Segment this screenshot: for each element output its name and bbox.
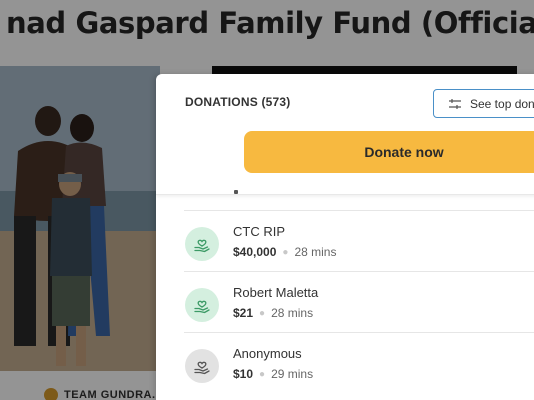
donation-time: 28 mins: [271, 306, 314, 320]
donation-amount: $40,000: [233, 245, 277, 259]
heart-hand-icon: [194, 300, 210, 314]
donation-meta: $10 ● 29 mins: [233, 367, 313, 381]
donation-time: 29 mins: [271, 367, 314, 381]
donation-meta: $40,000 ● 28 mins: [233, 245, 336, 259]
heart-hand-icon: [194, 239, 210, 253]
donor-avatar: [185, 349, 219, 383]
donation-row: Anonymous $10 ● 29 mins: [184, 332, 534, 393]
donor-avatar: [185, 288, 219, 322]
modal-header: DONATIONS (573) See top dona Donate now: [156, 74, 534, 195]
donation-row: Robert Maletta $21 ● 28 mins: [184, 271, 534, 332]
donor-name: Robert Maletta: [233, 285, 319, 300]
previous-row-fragment: [234, 190, 238, 194]
donor-avatar: [185, 227, 219, 261]
sliders-icon: [449, 98, 461, 109]
screen: nad Gaspard Family Fund (Official) TEAM …: [0, 0, 534, 400]
donation-amount: $21: [233, 306, 254, 320]
see-top-donations-label: See top dona: [470, 96, 534, 111]
donation-time: 28 mins: [294, 245, 337, 259]
separator-dot: ●: [259, 368, 266, 380]
heart-hand-icon: [194, 361, 210, 375]
separator-dot: ●: [259, 307, 266, 319]
separator-dot: ●: [282, 246, 289, 258]
donations-modal: DONATIONS (573) See top dona Donate now: [156, 74, 534, 400]
see-top-donations-button[interactable]: See top dona: [433, 89, 534, 118]
donation-meta: $21 ● 28 mins: [233, 306, 313, 320]
donation-row: CTC RIP $40,000 ● 28 mins: [184, 210, 534, 271]
donor-name: Anonymous: [233, 346, 302, 361]
donation-amount: $10: [233, 367, 254, 381]
donations-heading: DONATIONS (573): [185, 95, 291, 109]
donate-now-button[interactable]: Donate now: [244, 131, 534, 173]
donor-name: CTC RIP: [233, 224, 285, 239]
